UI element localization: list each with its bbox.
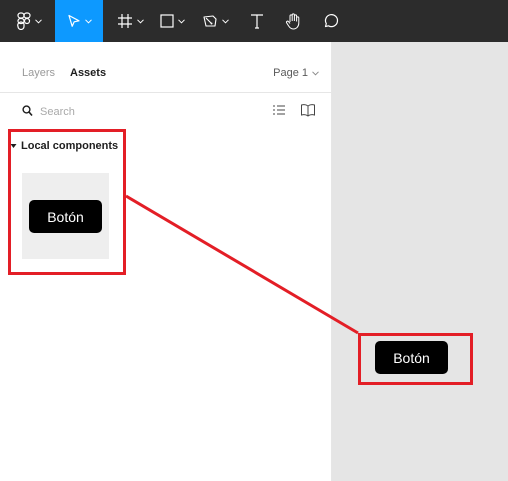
chevron-down-icon	[312, 70, 319, 76]
panel-tabs: Layers Assets Page 1	[0, 42, 331, 93]
page-selector[interactable]: Page 1	[273, 67, 319, 79]
component-button-preview: Botón	[29, 200, 102, 233]
frame-hash-icon	[117, 14, 132, 28]
page-selector-label: Page 1	[273, 67, 308, 79]
search-row	[0, 100, 331, 124]
pen-tool-button[interactable]	[194, 0, 236, 42]
shape-tool-button[interactable]	[152, 0, 192, 42]
text-tool-button[interactable]	[240, 0, 274, 42]
hand-tool-button[interactable]	[276, 0, 310, 42]
hand-icon	[286, 12, 300, 29]
section-title: Local components	[21, 140, 119, 152]
chevron-down-icon	[177, 18, 185, 24]
main-menu-button[interactable]	[8, 0, 50, 42]
chevron-down-icon	[34, 18, 42, 24]
move-tool-button[interactable]	[55, 0, 103, 42]
tab-layers[interactable]: Layers	[22, 67, 55, 79]
component-thumbnail[interactable]: Botón	[22, 173, 109, 259]
search-icon	[22, 105, 33, 117]
tab-assets[interactable]: Assets	[70, 67, 106, 79]
local-components-header[interactable]: Local components	[10, 138, 118, 154]
text-icon	[251, 14, 263, 29]
figma-logo-icon	[16, 12, 31, 30]
chevron-down-icon	[136, 18, 144, 24]
list-view-icon[interactable]	[272, 103, 286, 117]
toolbar	[0, 0, 508, 42]
chevron-down-icon	[84, 18, 92, 24]
assets-panel: Layers Assets Page 1 Local components Bo…	[0, 42, 332, 481]
rectangle-icon	[159, 14, 174, 28]
comment-bubble-icon	[324, 14, 339, 28]
cursor-arrow-icon	[67, 14, 80, 27]
pen-icon	[202, 15, 217, 27]
chevron-down-icon	[221, 18, 229, 24]
search-input[interactable]	[40, 103, 240, 121]
library-book-icon[interactable]	[300, 103, 316, 117]
frame-tool-button[interactable]	[110, 0, 150, 42]
canvas-component-instance[interactable]: Botón	[375, 341, 448, 374]
caret-down-icon	[10, 144, 17, 148]
comment-tool-button[interactable]	[314, 0, 348, 42]
canvas[interactable]	[332, 42, 508, 481]
